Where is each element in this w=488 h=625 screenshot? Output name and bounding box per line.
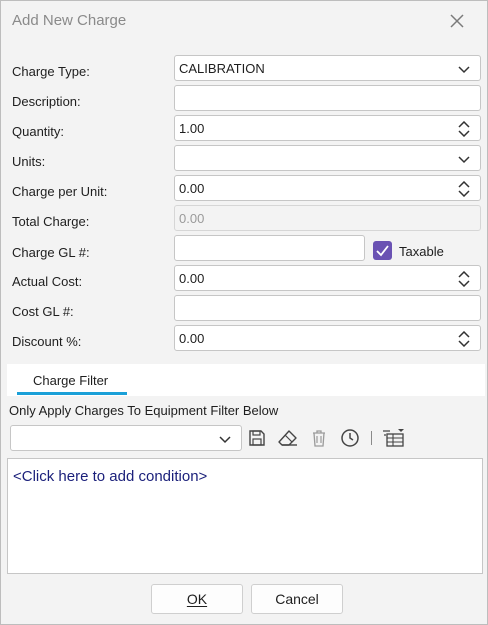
description-field[interactable] xyxy=(174,85,481,111)
quantity-value: 1.00 xyxy=(179,121,205,136)
clock-icon[interactable] xyxy=(340,428,360,448)
filter-select[interactable] xyxy=(10,425,242,451)
total-charge-value: 0.00 xyxy=(179,211,205,226)
discount-label: Discount %: xyxy=(12,334,82,349)
cost-gl-field[interactable] xyxy=(174,295,481,321)
quantity-stepper[interactable]: 1.00 xyxy=(174,115,481,141)
discount-stepper[interactable]: 0.00 xyxy=(174,325,481,351)
charge-type-value: CALIBRATION xyxy=(179,61,265,76)
title-bar: Add New Charge xyxy=(1,1,487,41)
taxable-checkbox[interactable] xyxy=(373,241,392,260)
units-select[interactable] xyxy=(174,145,481,171)
spinner-icon[interactable] xyxy=(458,120,470,138)
charge-per-unit-stepper[interactable]: 0.00 xyxy=(174,175,481,201)
chevron-down-icon[interactable] xyxy=(458,63,470,75)
cancel-button-label: Cancel xyxy=(275,591,319,607)
trash-icon[interactable] xyxy=(309,428,329,448)
filter-table-icon[interactable] xyxy=(382,428,406,448)
eraser-icon[interactable] xyxy=(278,428,298,448)
charge-per-unit-value: 0.00 xyxy=(179,181,205,196)
actual-cost-value: 0.00 xyxy=(179,271,205,286)
spinner-icon[interactable] xyxy=(458,330,470,348)
filter-caption: Only Apply Charges To Equipment Filter B… xyxy=(9,403,279,418)
tab-strip: Charge Filter xyxy=(7,364,485,396)
taxable-label: Taxable xyxy=(399,244,444,259)
charge-per-unit-label: Charge per Unit: xyxy=(12,184,108,199)
charge-gl-field[interactable] xyxy=(174,235,365,261)
toolbar-divider xyxy=(371,431,372,445)
add-new-charge-dialog: Add New Charge Charge Type: CALIBRATION … xyxy=(0,0,488,625)
ok-button-label: OK xyxy=(186,591,208,607)
spinner-icon[interactable] xyxy=(458,270,470,288)
chevron-down-icon[interactable] xyxy=(458,153,470,165)
total-charge-field: 0.00 xyxy=(174,205,481,231)
actual-cost-label: Actual Cost: xyxy=(12,274,83,289)
charge-type-label: Charge Type: xyxy=(12,64,90,79)
charge-gl-label: Charge GL #: xyxy=(12,245,90,260)
description-label: Description: xyxy=(12,94,81,109)
units-label: Units: xyxy=(12,154,46,169)
discount-value: 0.00 xyxy=(179,331,205,346)
dialog-title: Add New Charge xyxy=(12,12,127,29)
cancel-button[interactable]: Cancel xyxy=(251,584,343,614)
quantity-label: Quantity: xyxy=(12,124,65,139)
cost-gl-label: Cost GL #: xyxy=(12,304,74,319)
tab-selected-indicator xyxy=(17,392,127,395)
charge-type-select[interactable]: CALIBRATION xyxy=(174,55,481,81)
add-condition-link[interactable]: <Click here to add condition> xyxy=(13,468,207,485)
ok-button[interactable]: OK xyxy=(151,584,243,614)
save-icon[interactable] xyxy=(247,428,267,448)
spinner-icon[interactable] xyxy=(458,180,470,198)
actual-cost-stepper[interactable]: 0.00 xyxy=(174,265,481,291)
close-icon[interactable] xyxy=(447,11,467,31)
total-charge-label: Total Charge: xyxy=(12,214,90,229)
tab-charge-filter[interactable]: Charge Filter xyxy=(33,373,108,388)
condition-editor[interactable]: <Click here to add condition> xyxy=(7,458,483,574)
chevron-down-icon[interactable] xyxy=(219,433,231,445)
